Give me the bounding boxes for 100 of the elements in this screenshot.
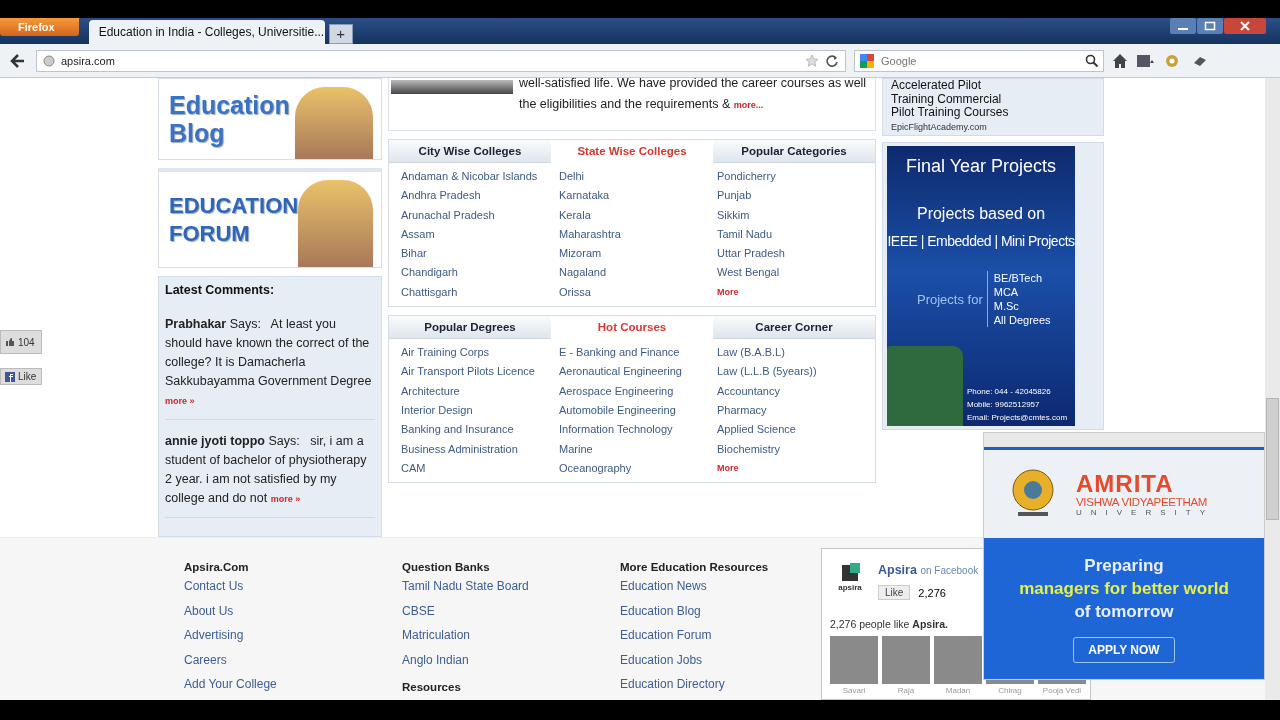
ad-dialog[interactable]: AMRITA VISHWA VIDYAPEETHAM UNIVERSITY Preparing managers for better world of tomorrow APPLY NOW [983, 432, 1265, 680]
list-link[interactable]: Delhi [559, 167, 717, 187]
footer-link[interactable]: Contact Us [184, 574, 402, 599]
ad-degree: BE/BTech [993, 271, 1044, 285]
list-link[interactable]: Sikkim [717, 205, 875, 225]
more-link[interactable]: more » [165, 396, 195, 406]
list-link[interactable]: Andhra Pradesh [401, 186, 559, 206]
browser-tab[interactable]: Education in India - Colleges, Universitie... [88, 20, 325, 44]
list-link[interactable]: Air Transport Pilots Licence [401, 362, 559, 382]
list-link[interactable]: E - Banking and Finance [559, 343, 717, 363]
facebook-label: on Facebook [920, 565, 979, 576]
banner[interactable]: EDUCATION FORUM [158, 168, 382, 268]
list-link[interactable]: Bihar [401, 244, 559, 264]
ad-slogan: Preparing [1084, 555, 1164, 577]
list-link[interactable]: CAM [401, 458, 559, 479]
ad-subtitle: VISHWA VIDYAPEETHAM [1076, 495, 1209, 508]
home-icon[interactable] [1112, 52, 1128, 69]
list-link[interactable]: Assam [401, 224, 559, 245]
list-link[interactable]: Applied Science [717, 420, 875, 440]
new-tab-button[interactable]: + [328, 24, 353, 44]
ad-contact: Email: Projects@cmtes.com [967, 412, 1068, 424]
panel-tab[interactable]: Popular Degrees [389, 316, 551, 340]
ad-text: Accelerated Pilot [891, 79, 983, 93]
footer-link[interactable]: Anglo Indian [402, 647, 620, 672]
footer-link[interactable]: Add Your College [184, 672, 402, 697]
footer-link[interactable]: Careers [184, 647, 402, 672]
list-link[interactable]: Aeronautical Engineering [559, 362, 717, 382]
list-link[interactable]: Automobile Engineering [559, 400, 717, 421]
list-link[interactable]: Chandigarh [401, 263, 559, 283]
apply-button[interactable]: APPLY NOW [1073, 637, 1175, 663]
ad-box[interactable]: Accelerated Pilot Training Commercial Pilot Training Courses EpicFlightAcademy.com [882, 78, 1104, 136]
footer-link[interactable]: Education News [620, 574, 821, 599]
panel-tab[interactable]: City Wise Colleges [389, 140, 551, 163]
list-link[interactable]: Pharmacy [717, 400, 875, 421]
list-link[interactable]: Marine [559, 439, 717, 459]
list-link[interactable]: Karnataka [559, 186, 717, 206]
more-link[interactable]: More [717, 282, 875, 303]
address-bar[interactable]: apsira.com [36, 49, 846, 72]
list-link[interactable]: Biochemistry [717, 439, 875, 459]
banner[interactable]: Education Blog [158, 78, 382, 160]
footer-link[interactable]: Education Blog [620, 598, 821, 623]
footer-link[interactable]: Education Forum [620, 623, 821, 648]
more-link[interactable]: more... [733, 100, 764, 110]
list-link[interactable]: Law (B.A.B.L) [717, 343, 875, 363]
page-link[interactable]: Apsira [878, 563, 917, 577]
more-link[interactable]: more » [270, 494, 301, 504]
list-link[interactable]: Oceanography [559, 458, 717, 479]
ad-degree: M.Sc [993, 299, 1020, 313]
search-field[interactable]: Google [854, 49, 1104, 72]
list-link[interactable]: Punjab [717, 186, 875, 206]
fan-name: Chirag [998, 686, 1022, 695]
list-link[interactable]: Banking and Insurance [401, 420, 559, 440]
list-link[interactable]: Accountancy [717, 381, 875, 401]
fan-name: Savari [842, 686, 866, 695]
list-link[interactable]: Mizoram [559, 244, 717, 264]
list-link[interactable]: Arunachal Pradesh [401, 205, 559, 225]
list-link[interactable]: West Bengal [717, 263, 875, 283]
list-link[interactable]: Architecture [401, 381, 559, 401]
list-link[interactable]: Law (L.L.B (5years)) [717, 362, 875, 382]
footer-link[interactable]: Tamil Nadu State Board [402, 574, 620, 599]
list-link[interactable]: Interior Design [401, 400, 559, 421]
list-link[interactable]: Chattisgarh [401, 282, 559, 303]
footer-link[interactable]: CBSE [402, 598, 620, 623]
footer-heading: Apsira.Com [184, 560, 250, 574]
maximize-icon[interactable] [1197, 18, 1223, 34]
list-link[interactable]: Orissa [559, 282, 717, 303]
like-button[interactable]: Like [0, 368, 42, 385]
list-link[interactable]: Business Administration [401, 439, 559, 459]
more-link[interactable]: More [717, 458, 875, 479]
search-icon[interactable] [1085, 53, 1099, 68]
ad-slogan: managers for better world [1019, 578, 1229, 600]
like-button[interactable]: Like [878, 585, 911, 600]
ad-subtitle: Projects based on [916, 205, 1046, 223]
list-link[interactable]: Information Technology [559, 420, 717, 440]
bookmarks-icon[interactable] [1136, 52, 1156, 69]
ad-text: Training Commercial [891, 92, 1003, 106]
scroll-thumb[interactable] [1266, 398, 1279, 520]
panel-tab[interactable]: Career Corner [713, 316, 875, 340]
minimize-icon[interactable] [1170, 18, 1196, 34]
footer-link[interactable]: Education Jobs [620, 647, 821, 672]
ad-label: Projects for [917, 291, 983, 307]
list-link[interactable]: Kerala [559, 205, 717, 225]
list-link[interactable]: Andaman & Nicobar Islands [401, 167, 559, 187]
footer-link[interactable]: Matriculation [402, 623, 620, 648]
scrollbar[interactable] [1265, 78, 1280, 700]
list-link[interactable]: Maharashtra [559, 224, 717, 245]
footer-link[interactable]: Advertising [184, 623, 402, 648]
reload-icon[interactable] [825, 53, 839, 68]
panel-tab[interactable]: Popular Categories [713, 140, 875, 163]
banner-title: FORUM [169, 219, 251, 248]
list-link[interactable]: Air Training Corps [401, 343, 559, 363]
list-link[interactable]: Pondicherry [717, 167, 875, 187]
list-link[interactable]: Nagaland [559, 263, 717, 283]
list-link[interactable]: Tamil Nadu [717, 224, 875, 245]
star-icon[interactable] [805, 53, 819, 68]
close-icon[interactable] [1224, 18, 1266, 34]
footer-link[interactable]: About Us [184, 598, 402, 623]
list-link[interactable]: Uttar Pradesh [717, 244, 875, 264]
footer-link[interactable]: Education Directory [620, 672, 821, 697]
list-link[interactable]: Aerospace Engineering [559, 381, 717, 401]
